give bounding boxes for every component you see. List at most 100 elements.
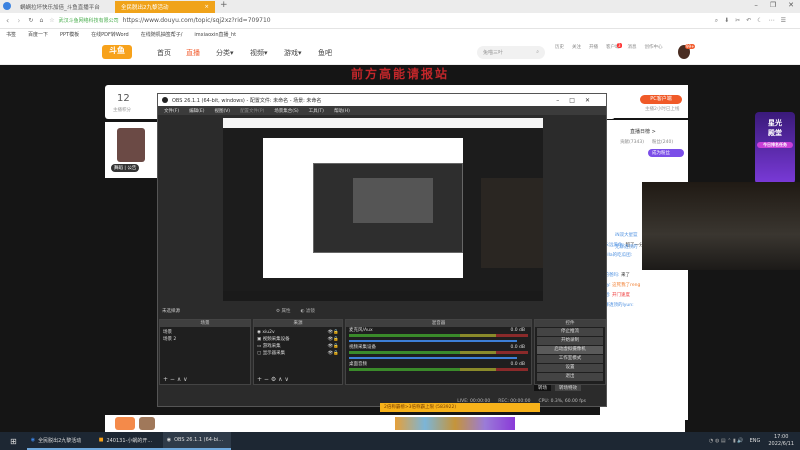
- douyu-logo[interactable]: 斗鱼: [102, 45, 132, 59]
- forward-icon[interactable]: ›: [17, 16, 20, 25]
- chat-panel: 直播日榜 > 贡献(7343) 粉丝(240) 成为粉丝 我永远爱你: 超了一分钟…: [600, 120, 688, 420]
- clock[interactable]: 17:00 2022/6/11: [768, 434, 794, 448]
- exit-button[interactable]: 退出: [537, 373, 603, 381]
- bookmark[interactable]: 在线随机抽签帮子/: [141, 31, 183, 38]
- virtual-camera-button[interactable]: 启动虚拟摄像机: [537, 346, 603, 354]
- anchor-avatar[interactable]: [117, 128, 145, 162]
- tab-contribution[interactable]: 贡献(7343): [620, 139, 644, 145]
- start-icon[interactable]: ⊞: [10, 437, 17, 446]
- pc-client-button[interactable]: PC客户端: [640, 95, 682, 104]
- properties-button[interactable]: ⚙ 属性: [276, 308, 290, 314]
- start-recording-button[interactable]: 开始录制: [537, 337, 603, 345]
- menu-help[interactable]: 帮助(H): [334, 108, 350, 114]
- mixer-channel: 视频采集设备 0.0 dB: [346, 345, 531, 359]
- minimize-icon[interactable]: –: [754, 1, 758, 9]
- event-banner: 前方高能请报站: [350, 67, 449, 81]
- scene-item[interactable]: 场景: [163, 329, 247, 336]
- site-header: 斗鱼 首页 直播 分类▾ 视频▾ 游戏▾ 鱼吧 兔喵三叶 ⌕ 历史 关注 开播 客…: [0, 40, 800, 65]
- menu-profile[interactable]: 配置文件(P): [240, 108, 264, 114]
- tab-douyu-room[interactable]: 蜗蜗拉坏快乐加倍_斗鱼直播平台: [14, 1, 114, 13]
- taskbar-douyu[interactable]: ■ 240131-小蜗的开...: [94, 432, 163, 450]
- follow-button[interactable]: 关注: [572, 44, 581, 50]
- source-toolbar[interactable]: + − ⚙ ∧ ∨: [257, 376, 289, 383]
- taskbar: ⊞ ◉ 全民脱出2九黎活动 ■ 240131-小蜗的开... ◉ OBS 26.1.1…: [0, 432, 800, 450]
- studio-mode-button[interactable]: 工作室模式: [537, 355, 603, 363]
- source-item[interactable]: ◉ xiu2v 👁🔒: [257, 329, 339, 336]
- source-item[interactable]: ▭ 游戏采集 👁🔒: [257, 343, 339, 350]
- gift-icon[interactable]: [115, 417, 135, 430]
- nav-video[interactable]: 视频▾: [250, 48, 268, 58]
- tab-fans[interactable]: 粉丝(240): [652, 139, 673, 145]
- bookmark[interactable]: PPT模板: [60, 31, 79, 38]
- url-input[interactable]: https://www.douyu.com/topic/sqj2xz?rid=7…: [123, 17, 271, 24]
- obs-window: OBS 26.1.1 (64-bit, windows) - 配置文件: 未命名…: [157, 93, 607, 407]
- obs-title: OBS 26.1.1 (64-bit, windows) - 配置文件: 未命名…: [172, 97, 322, 104]
- creator-center-button[interactable]: 创作中心: [645, 44, 663, 50]
- become-fan-button[interactable]: 成为粉丝: [648, 149, 684, 157]
- obs-preview[interactable]: [223, 118, 543, 301]
- taskbar-browser[interactable]: ◉ 全民脱出2九黎活动: [26, 432, 95, 450]
- obs-menu-bar: 文件(F) 编辑(E) 视图(V) 配置文件(P) 场景集合(S) 工具(T) …: [158, 106, 606, 115]
- bookmark[interactable]: 百度一下: [28, 31, 48, 38]
- menu-file[interactable]: 文件(F): [164, 108, 179, 114]
- gift-icon[interactable]: [139, 417, 155, 430]
- close-tab-icon[interactable]: ×: [204, 4, 209, 10]
- refresh-icon[interactable]: ↻: [28, 17, 33, 24]
- gift-list[interactable]: [395, 417, 515, 430]
- transition-effect[interactable]: 转场特效: [555, 385, 581, 391]
- volume-slider[interactable]: [349, 357, 517, 359]
- input-language[interactable]: ENG: [750, 438, 761, 444]
- source-item[interactable]: ▢ 显示器采集 👁🔒: [257, 350, 339, 357]
- bookmark[interactable]: imxiaoxin直播_ht: [194, 31, 236, 38]
- search-input[interactable]: 兔喵三叶 ⌕: [477, 46, 545, 59]
- tray-icons[interactable]: ◔ ◍ ▤ ⌃ ▮ 🔊: [709, 438, 744, 444]
- home-icon[interactable]: ⌂: [39, 17, 43, 24]
- filters-button[interactable]: ◐ 滤镜: [300, 308, 314, 314]
- nav-yuba[interactable]: 鱼吧: [318, 48, 332, 58]
- cpu-fps: CPU: 0.3%, 60.00 fps: [538, 399, 587, 404]
- bookmarks-bar: 书签 百度一下 PPT模板 在线PDF转Word 在线随机抽签帮子/ imxia…: [0, 29, 800, 40]
- nav-game[interactable]: 游戏▾: [284, 48, 302, 58]
- gift-notice: 2倍称霸榜>3倍称霸上限 (583922): [380, 403, 540, 412]
- menu-view[interactable]: 视图(V): [214, 108, 230, 114]
- scenes-header: 场景: [160, 320, 250, 327]
- controls-dock: 控件 停止推流 开始录制 启动虚拟摄像机 工作室模式 设置 退出: [534, 319, 606, 385]
- bookmark[interactable]: 在线PDF转Word: [91, 31, 129, 38]
- menu-scene-collection[interactable]: 场景集合(S): [274, 108, 298, 114]
- bookmark[interactable]: 书签: [6, 31, 16, 38]
- tab-label: 全民脱出2九黎活动: [121, 5, 169, 11]
- nav-home[interactable]: 首页: [157, 48, 171, 58]
- menu-edit[interactable]: 编辑(E): [189, 108, 204, 114]
- close-icon[interactable]: ✕: [788, 1, 794, 9]
- back-icon[interactable]: ‹: [6, 16, 9, 25]
- settings-button[interactable]: 设置: [537, 364, 603, 372]
- rank-title[interactable]: 直播日榜 >: [600, 120, 688, 135]
- nav-category[interactable]: 分类▾: [216, 48, 234, 58]
- menu-tools[interactable]: 工具(T): [309, 108, 324, 114]
- messages-button[interactable]: 消息: [628, 44, 637, 50]
- taskbar-obs[interactable]: ◉ OBS 26.1.1 (64-bi...: [162, 432, 231, 450]
- history-button[interactable]: 历史: [555, 44, 564, 50]
- nav-live[interactable]: 直播: [186, 48, 200, 58]
- mixer-channel: 麦克风/Aux 0.0 dB: [346, 328, 531, 342]
- obs-window-controls[interactable]: –□✕: [556, 97, 600, 104]
- broadcast-button[interactable]: 开播: [589, 44, 598, 50]
- controls-header: 控件: [535, 320, 605, 327]
- webcam-overlay: [642, 182, 800, 270]
- source-item[interactable]: ▣ 视频采集设备 👁🔒: [257, 336, 339, 343]
- toolbar-icons[interactable]: ⌕⬇✂↶☾⋯☰: [715, 17, 792, 25]
- maximize-icon[interactable]: ❐: [770, 1, 776, 9]
- star-icon[interactable]: ☆: [49, 17, 54, 24]
- obs-title-bar: OBS 26.1.1 (64-bit, windows) - 配置文件: 未命名…: [158, 94, 606, 106]
- stop-streaming-button[interactable]: 停止推流: [537, 328, 603, 336]
- scene-toolbar[interactable]: + − ∧ ∨: [163, 376, 188, 383]
- activity-badge[interactable]: 星光 殿堂 今日排名任务: [755, 112, 795, 184]
- transition-select[interactable]: 转场: [534, 385, 551, 391]
- tab-bar: 蜗蜗拉坏快乐加倍_斗鱼直播平台 全民脱出2九黎活动 × + – ❐ ✕: [0, 0, 800, 13]
- scene-item[interactable]: 场景 2: [163, 336, 247, 343]
- new-tab-button[interactable]: +: [220, 0, 228, 10]
- volume-slider[interactable]: [349, 340, 517, 342]
- tab-activity[interactable]: 全民脱出2九黎活动 ×: [115, 1, 215, 13]
- tab-label: 蜗蜗拉坏快乐加倍_斗鱼直播平台: [20, 5, 100, 11]
- search-icon: ⌕: [536, 49, 539, 55]
